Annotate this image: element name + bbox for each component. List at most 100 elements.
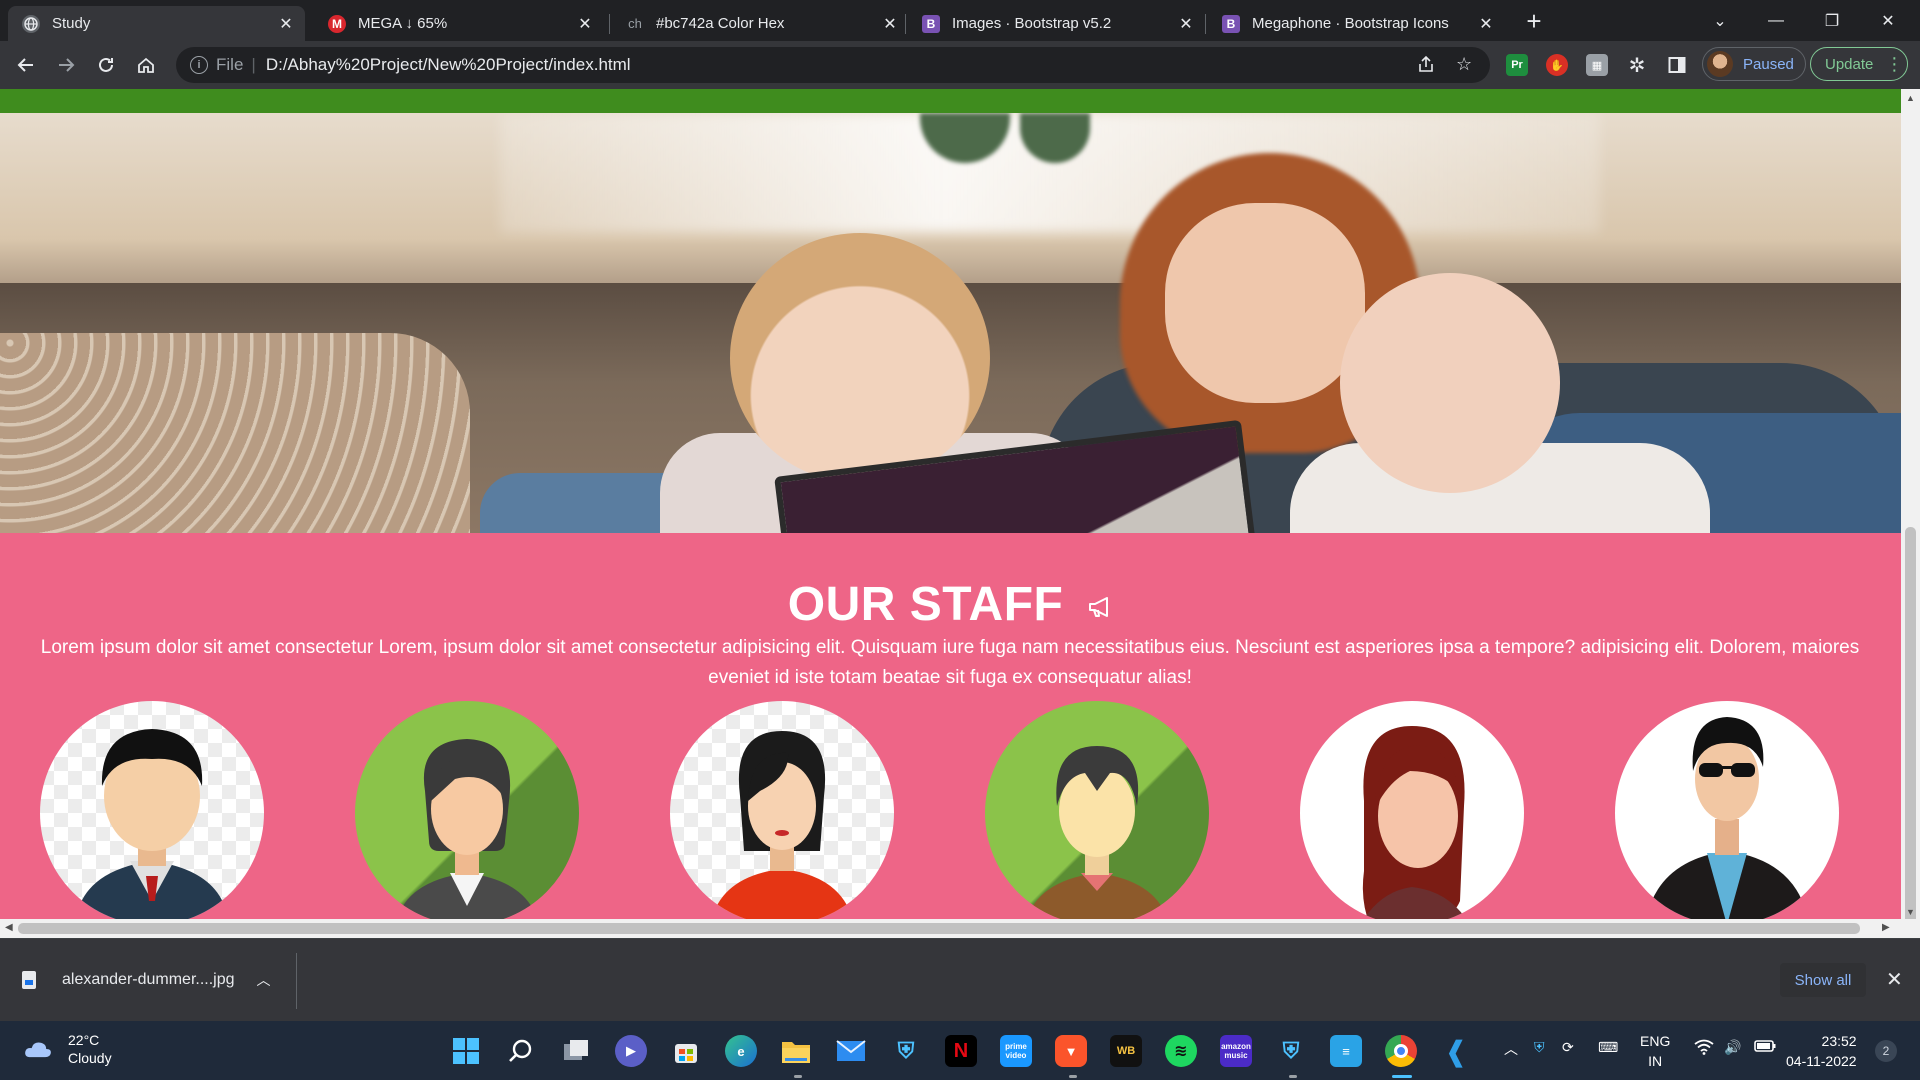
globe-icon [22,14,40,33]
tab-strip: Study ✕ M MEGA ↓ 65% ✕ ch #bc742a Color … [0,0,1920,41]
bootstrap-icon: B [922,14,940,33]
tab-separator [1205,14,1206,34]
weather-desc: Cloudy [68,1050,112,1066]
spotify-icon[interactable]: ≋ [1165,1035,1197,1067]
home-button[interactable] [132,51,160,79]
tab-title: Study [52,15,91,32]
puzzle-extension-icon[interactable]: ▦ [1586,54,1608,76]
close-icon[interactable]: ✕ [576,15,594,33]
download-filename: alexander-dummer....jpg [62,971,235,988]
show-all-button[interactable]: Show all [1780,963,1866,997]
file-explorer-icon[interactable] [780,1035,812,1067]
vertical-scrollbar[interactable]: ▲ ▼ [1901,89,1920,949]
amazon-music-icon[interactable]: amazon music [1220,1035,1252,1067]
new-tab-button[interactable]: + [1520,8,1548,36]
close-icon[interactable]: ✕ [881,15,899,33]
chrome-icon[interactable] [1385,1035,1417,1067]
tab-separator [609,14,610,34]
battery-icon[interactable] [1754,1039,1776,1056]
tab-study[interactable]: Study ✕ [8,6,305,41]
share-icon[interactable] [1416,54,1436,79]
wifi-icon[interactable] [1694,1039,1714,1058]
brave-icon[interactable]: ▼ [1055,1035,1087,1067]
close-icon[interactable]: ✕ [1177,15,1195,33]
weather-temp: 22°C [68,1032,100,1048]
restore-button[interactable]: ❐ [1802,0,1862,41]
task-view-icon[interactable] [560,1035,592,1067]
scroll-left-icon[interactable]: ◀ [5,922,13,933]
profile-status: Paused [1743,55,1794,73]
scroll-thumb[interactable] [1905,527,1916,929]
prime-video-icon[interactable]: prime video [1000,1035,1032,1067]
netflix-icon[interactable]: N [945,1035,977,1067]
windows-taskbar: 22°C Cloudy ▶ e ⛨ N prime video ▼ WB ≋ am… [0,1021,1920,1080]
tab-mega[interactable]: M MEGA ↓ 65% ✕ [314,6,604,41]
scroll-thumb[interactable] [18,923,1860,934]
keyboard-icon[interactable]: ⌨ [1598,1039,1618,1056]
update-button[interactable]: Update ⋮ [1810,47,1908,81]
back-button[interactable] [12,51,40,79]
shield-extension-icon[interactable]: ✋ [1546,54,1568,76]
input-language[interactable]: ENG IN [1640,1031,1670,1071]
security-icon[interactable]: ⛨ [1275,1035,1307,1067]
clock-date: 04-11-2022 [1786,1053,1857,1069]
close-icon[interactable]: ✕ [1886,967,1903,992]
defender-tray-icon[interactable]: ⛨ [1534,1039,1545,1056]
horizontal-scrollbar[interactable]: ◀ ▶ [0,919,1920,938]
staff-title-text: OUR STAFF [787,578,1064,631]
search-icon[interactable] [505,1035,537,1067]
tab-separator [905,14,906,34]
vscode-icon[interactable]: ❰ [1440,1035,1472,1067]
tray-chevron-up-icon[interactable]: ︿ [1504,1039,1518,1059]
windows-start-icon[interactable] [450,1035,482,1067]
staff-avatar-1 [40,701,264,925]
volume-icon[interactable]: 🔊 [1724,1039,1741,1056]
profile-button[interactable]: Paused [1702,47,1806,81]
staff-avatar-3 [670,701,894,925]
notepad-icon[interactable]: ≡ [1330,1035,1362,1067]
hero-woman-face [1165,203,1365,403]
tab-bootstrap-images[interactable]: B Images · Bootstrap v5.2 ✕ [908,6,1205,41]
tab-bootstrap-icons[interactable]: B Megaphone · Bootstrap Icons ✕ [1208,6,1505,41]
url-scheme: File [216,55,244,74]
address-bar[interactable]: i File | D:/Abhay%20Project/New%20Projec… [176,47,1490,83]
edge-icon[interactable]: e [725,1035,757,1067]
download-item[interactable]: alexander-dummer....jpg ︿ [22,963,271,997]
scroll-up-icon[interactable]: ▲ [1906,93,1915,103]
close-window-button[interactable]: ✕ [1858,0,1918,41]
defender-icon[interactable]: ⛨ [890,1035,922,1067]
pr-extension-icon[interactable]: Pr [1506,54,1528,76]
download-divider [296,953,297,1009]
system-clock[interactable]: 23:52 04-11-2022 [1786,1031,1857,1071]
colorhex-icon: ch [626,14,644,33]
staff-heading: OUR STAFF [0,577,1901,632]
tab-title: #bc742a Color Hex [656,15,785,32]
chat-icon[interactable]: ▶ [615,1035,647,1067]
staff-avatar-6 [1615,701,1839,925]
staff-avatar-2 [355,701,579,925]
scroll-right-icon[interactable]: ▶ [1882,922,1890,933]
scroll-down-icon[interactable]: ▼ [1906,907,1915,917]
close-icon[interactable]: ✕ [277,15,295,33]
tab-search-button[interactable]: ⌄ [1690,0,1750,41]
bootstrap-icon: B [1222,14,1240,33]
minimize-button[interactable]: ― [1746,0,1806,41]
mega-icon: M [328,14,346,33]
tab-color-hex[interactable]: ch #bc742a Color Hex ✕ [612,6,909,41]
store-icon[interactable] [670,1035,702,1067]
reload-button[interactable] [92,51,120,79]
info-icon[interactable]: i [190,56,208,74]
running-indicator [1392,1075,1412,1078]
staff-avatar-4 [985,701,1209,925]
bookmark-star-icon[interactable]: ☆ [1456,54,1472,75]
sync-icon[interactable]: ⟳ [1562,1039,1574,1056]
close-icon[interactable]: ✕ [1477,15,1495,33]
mail-icon[interactable] [835,1035,867,1067]
forward-button[interactable] [52,51,80,79]
extensions-icon[interactable]: ✲ [1626,54,1648,77]
chevron-up-icon[interactable]: ︿ [257,970,271,990]
weather-widget[interactable]: 22°C Cloudy [22,1031,112,1067]
notification-badge[interactable]: 2 [1875,1040,1897,1062]
side-panel-icon[interactable] [1666,54,1688,76]
wb-icon[interactable]: WB [1110,1035,1142,1067]
